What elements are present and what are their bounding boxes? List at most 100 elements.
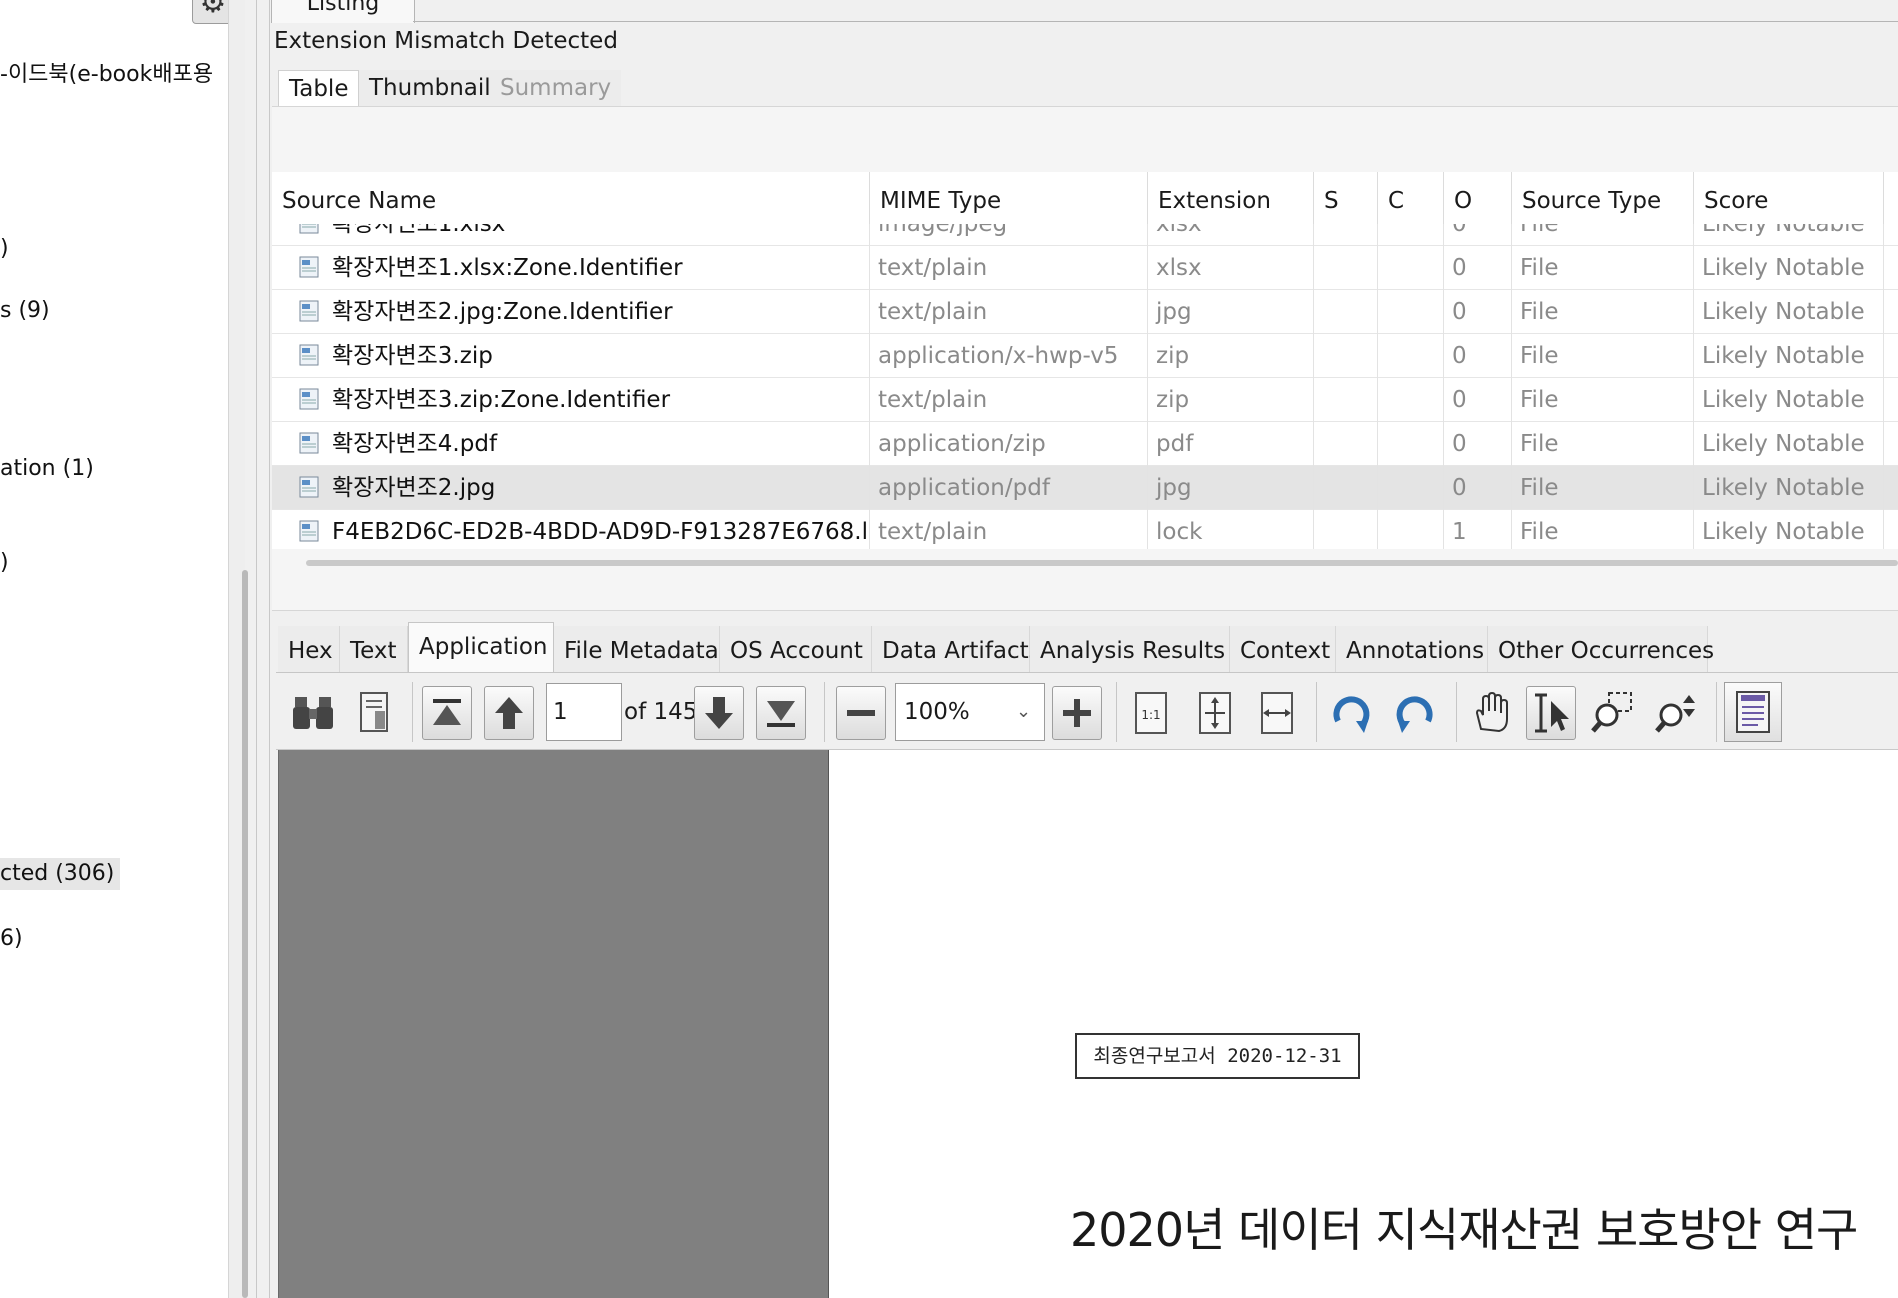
table-row[interactable]: F4EB2D6C-ED2B-4BDD-AD9D-F913287E6768.loc… <box>272 510 1898 549</box>
cell-name: 확장자변조2.jpg <box>272 466 870 510</box>
column-header-score[interactable]: Score <box>1694 172 1884 224</box>
svg-text:1:1: 1:1 <box>1141 708 1160 722</box>
toolbar-separator <box>1316 682 1317 742</box>
page-properties-icon[interactable] <box>350 686 400 740</box>
fit-width-icon[interactable] <box>1252 686 1302 740</box>
cell-o: 0 <box>1444 246 1512 290</box>
cell-ext: pdf <box>1148 422 1314 466</box>
tree-item[interactable]: ation (1) <box>0 456 94 481</box>
zoom-out-icon[interactable] <box>836 686 886 740</box>
cell-mime: image/jpeg <box>870 224 1148 246</box>
tab-annotations[interactable]: Annotations <box>1336 626 1488 672</box>
panel-splitter[interactable] <box>256 0 270 1298</box>
cell-score: Likely Notable <box>1694 510 1884 549</box>
cell-o: 0 <box>1444 224 1512 246</box>
tab-context[interactable]: Context <box>1230 626 1336 672</box>
cell-o: 0 <box>1444 290 1512 334</box>
tab-summary[interactable]: Summary <box>490 70 622 106</box>
tab-thumbnail[interactable]: Thumbnail <box>359 70 501 106</box>
tree-item[interactable]: s (9) <box>0 298 50 323</box>
page-number-input[interactable]: 1 <box>546 683 622 741</box>
zoom-area-icon[interactable] <box>1588 686 1638 740</box>
cell-c <box>1378 378 1444 422</box>
cell-c <box>1378 510 1444 549</box>
tree-scroll-thumb[interactable] <box>242 570 248 1298</box>
toolbar-separator <box>1456 682 1457 742</box>
pan-tool-icon[interactable] <box>1466 686 1516 740</box>
cell-c <box>1378 290 1444 334</box>
cell-c <box>1378 224 1444 246</box>
tree-item[interactable]: ) <box>0 550 9 575</box>
dynamic-zoom-icon[interactable] <box>1652 686 1702 740</box>
cell-score: Likely Notable <box>1694 224 1884 246</box>
annotations-panel-icon[interactable] <box>1724 682 1782 742</box>
cell-score: Likely Notable <box>1694 466 1884 510</box>
text-select-icon[interactable] <box>1526 686 1576 740</box>
cell-ext: xlsx <box>1148 224 1314 246</box>
divider <box>272 610 1898 611</box>
table-row[interactable]: 확장자변조3.zip application/x-hwp-v5 zip 0 File Li… <box>272 334 1898 378</box>
column-header-s[interactable]: S <box>1314 172 1378 224</box>
tab-os-account[interactable]: OS Account <box>720 626 872 672</box>
column-header-source-name[interactable]: Source Name <box>272 172 870 224</box>
cell-o: 0 <box>1444 378 1512 422</box>
toolbar-separator <box>824 682 825 742</box>
chevron-down-icon[interactable]: ⌄ <box>1016 683 1031 741</box>
tab-application[interactable]: Application <box>408 622 554 672</box>
left-tree-panel: -이드북(e-book배포용 ) s (9) ation (1) ) cted … <box>0 0 228 1298</box>
tab-other-occurrences[interactable]: Other Occurrences <box>1488 626 1714 672</box>
previous-page-icon[interactable] <box>484 686 534 740</box>
report-label-box: 최종연구보고서 2020-12-31 <box>1075 1033 1360 1079</box>
cell-mime: application/x-hwp-v5 <box>870 334 1148 378</box>
actual-size-icon[interactable]: 1:1 <box>1126 686 1176 740</box>
tab-file-metadata[interactable]: File Metadata <box>554 626 720 672</box>
zoom-in-icon[interactable] <box>1052 686 1102 740</box>
tree-item[interactable]: ) <box>0 236 9 261</box>
cell-ext: xlsx <box>1148 246 1314 290</box>
table-row-selected[interactable]: 확장자변조2.jpg application/pdf jpg 0 File Likely … <box>272 466 1898 510</box>
table-horizontal-scrollbar[interactable] <box>306 560 1898 566</box>
pdf-viewer-background[interactable] <box>278 750 829 1298</box>
tab-hex[interactable]: Hex <box>278 626 340 672</box>
cell-o: 0 <box>1444 422 1512 466</box>
table-row[interactable]: 확장자변조1.xlsx image/jpeg xlsx 0 File Likely Not… <box>272 224 1898 246</box>
tab-data-artifacts[interactable]: Data Artifacts <box>872 626 1041 672</box>
tab-baseline <box>413 21 1898 22</box>
table-row[interactable]: 확장자변조3.zip:Zone.Identifier text/plain zip 0… <box>272 378 1898 422</box>
cell-mime: text/plain <box>870 246 1148 290</box>
rotate-left-icon[interactable] <box>1326 686 1376 740</box>
cell-s <box>1314 290 1378 334</box>
cell-c <box>1378 334 1444 378</box>
column-header-source-type[interactable]: Source Type <box>1512 172 1694 224</box>
table-row[interactable]: 확장자변조4.pdf application/zip pdf 0 File Likely … <box>272 422 1898 466</box>
tab-listing[interactable]: Listing <box>271 0 415 23</box>
cell-mime: text/plain <box>870 378 1148 422</box>
cell-s <box>1314 466 1378 510</box>
last-page-icon[interactable] <box>756 686 806 740</box>
tab-text[interactable]: Text <box>340 626 408 672</box>
cell-mime: application/pdf <box>870 466 1148 510</box>
tab-table[interactable]: Table <box>278 70 360 107</box>
next-page-icon[interactable] <box>694 686 744 740</box>
tree-item[interactable]: -이드북(e-book배포용 <box>0 56 213 88</box>
column-header-c[interactable]: C <box>1378 172 1444 224</box>
rotate-right-icon[interactable] <box>1390 686 1440 740</box>
toolbar-separator <box>1716 682 1717 742</box>
table-row[interactable]: 확장자변조2.jpg:Zone.Identifier text/plain jpg 0… <box>272 290 1898 334</box>
column-header-extension[interactable]: Extension <box>1148 172 1314 224</box>
column-header-o[interactable]: O <box>1444 172 1512 224</box>
first-page-icon[interactable] <box>422 686 472 740</box>
cell-ext: zip <box>1148 334 1314 378</box>
cell-name: 확장자변조1.xlsx <box>272 224 870 246</box>
cell-s <box>1314 422 1378 466</box>
tab-analysis-results[interactable]: Analysis Results <box>1030 626 1230 672</box>
column-header-mime-type[interactable]: MIME Type <box>870 172 1148 224</box>
tree-item-selected[interactable]: cted (306) <box>0 858 121 890</box>
cell-ext: jpg <box>1148 466 1314 510</box>
cell-mime: text/plain <box>870 290 1148 334</box>
fit-page-icon[interactable] <box>1190 686 1240 740</box>
binoculars-icon[interactable] <box>288 686 338 740</box>
table-row[interactable]: 확장자변조1.xlsx:Zone.Identifier text/plain xls… <box>272 246 1898 290</box>
cell-source-type: File <box>1512 466 1694 510</box>
tree-item[interactable]: 6) <box>0 926 23 951</box>
